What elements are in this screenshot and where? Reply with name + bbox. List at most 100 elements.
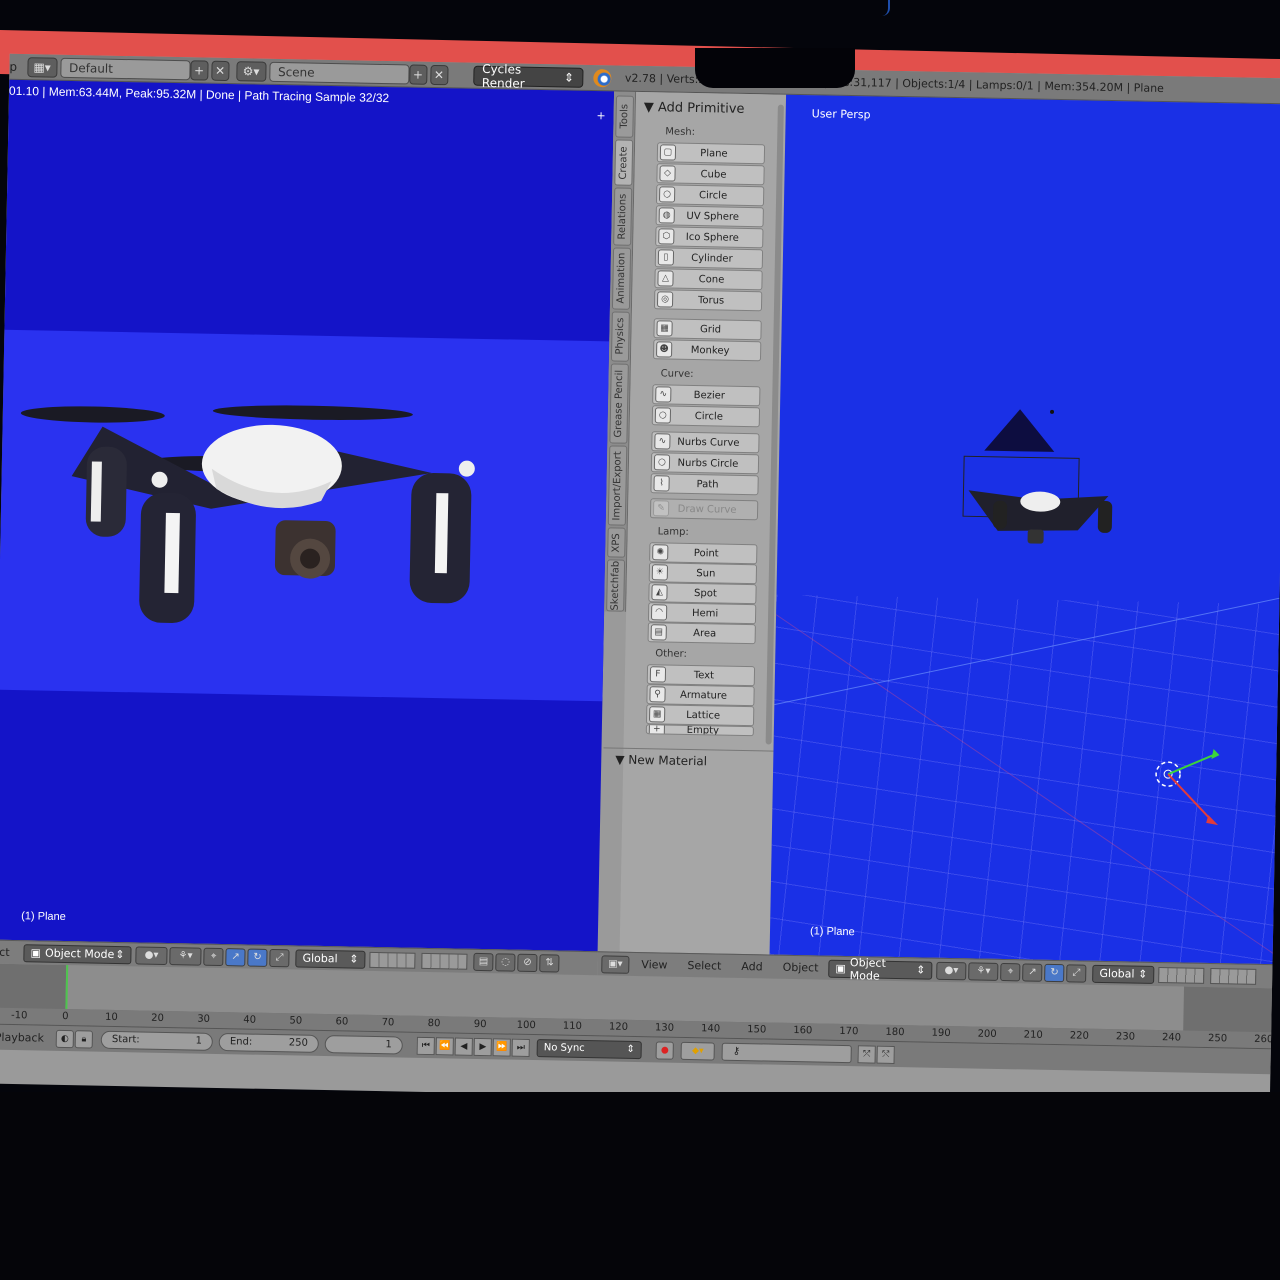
add-text-button[interactable]: F Text	[646, 664, 756, 687]
left-scale-icon[interactable]: ⤢	[269, 948, 290, 967]
right-pivot-icon[interactable]: ⚘▾	[968, 961, 999, 981]
end-frame-field[interactable]: End: 250	[218, 1032, 320, 1053]
region-toggle-icon[interactable]: +	[596, 109, 605, 122]
menu-object[interactable]: Object	[783, 961, 819, 975]
add-cylinder-button[interactable]: ▯ Cylinder	[654, 247, 764, 270]
render-result-view[interactable]: 01.10 | Mem:63.44M, Peak:95.32M | Done |…	[0, 79, 615, 952]
tab-import-export[interactable]: Import/Export	[607, 445, 628, 526]
add-plane-button[interactable]: ▢ Plane	[656, 142, 766, 165]
tab-xps[interactable]: XPS	[607, 527, 626, 558]
tab-animation[interactable]: Animation	[611, 247, 632, 310]
jump-start-icon[interactable]: ⏮	[416, 1036, 436, 1055]
add-monkey-button[interactable]: ☻ Monkey	[652, 339, 762, 362]
delete-keyframe-icon[interactable]: ⤲	[876, 1045, 895, 1064]
3d-viewport[interactable]: User Persp (1) Plane	[769, 94, 1280, 965]
tab-sketchfab[interactable]: Sketchfab	[606, 559, 626, 612]
add-nurbs-circle-button[interactable]: ○ Nurbs Circle	[650, 452, 760, 475]
add-spot-lamp-button[interactable]: ◭ Spot	[648, 582, 757, 605]
tab-grease-pencil[interactable]: Grease Pencil	[609, 363, 629, 444]
left-layers-1[interactable]	[369, 951, 416, 969]
menu-add[interactable]: Add	[741, 960, 763, 973]
screen-layout-icon[interactable]: ▦▾	[26, 56, 58, 78]
add-sun-lamp-button[interactable]: ☀ Sun	[648, 562, 758, 585]
add-layout-icon[interactable]: +	[189, 59, 209, 81]
left-translate-icon[interactable]: ↗	[225, 947, 246, 966]
spot-lamp-icon: ◭	[651, 584, 668, 601]
left-pivot-icon[interactable]: ⚘▾	[169, 946, 202, 966]
menu-view[interactable]: View	[641, 958, 667, 971]
add-grid-button[interactable]: ▦ Grid	[653, 318, 762, 341]
keyframe-type-icon[interactable]: ◆▾	[680, 1041, 715, 1061]
add-point-lamp-button[interactable]: ✺ Point	[649, 542, 758, 565]
tab-create[interactable]: Create	[614, 139, 634, 186]
left-lock-icon[interactable]: ▤	[473, 952, 494, 971]
tab-relations[interactable]: Relations	[613, 187, 633, 246]
right-scale-icon[interactable]: ⤢	[1066, 963, 1087, 983]
add-path-button[interactable]: ⌇ Path	[650, 473, 759, 496]
jump-keyframe-forward-icon[interactable]: ⏩	[492, 1037, 512, 1057]
add-curve-circle-button[interactable]: ○ Circle	[651, 405, 761, 428]
left-snap-icon[interactable]: ⊘	[517, 953, 538, 972]
right-rotate-icon[interactable]: ↻	[1044, 963, 1065, 982]
add-ico-sphere-button[interactable]: ⬡ Ico Sphere	[655, 226, 764, 249]
object-menu-fragment[interactable]: ect	[0, 946, 10, 959]
add-area-lamp-button[interactable]: ▤ Area	[647, 622, 756, 645]
lock-range-icon[interactable]: 🔒︎	[74, 1029, 94, 1049]
add-uv-sphere-button[interactable]: ◍ UV Sphere	[655, 205, 764, 228]
play-reverse-icon[interactable]: ◀	[454, 1037, 474, 1056]
playback-menu[interactable]: Playback	[0, 1031, 44, 1045]
remove-layout-icon[interactable]: ✕	[210, 60, 230, 81]
remove-scene-icon[interactable]: ✕	[429, 64, 449, 85]
jump-end-icon[interactable]: ⏭	[511, 1038, 531, 1057]
left-layers-2[interactable]	[421, 952, 468, 970]
left-shading-icon[interactable]: ●▾	[135, 945, 168, 965]
render-engine-select[interactable]: Cycles Render ⇕	[472, 61, 584, 90]
add-lattice-button[interactable]: ▦ Lattice	[645, 704, 755, 727]
insert-keyframe-icon[interactable]: ⤱	[857, 1044, 876, 1064]
record-icon[interactable]: ●	[655, 1040, 674, 1060]
editor-type-icon[interactable]: ▣▾	[601, 954, 630, 974]
right-object-mode-select[interactable]: ▣ Object Mode ⇕	[828, 956, 933, 982]
add-circle-button[interactable]: ○ Circle	[655, 184, 765, 207]
jump-keyframe-back-icon[interactable]: ⏪	[435, 1036, 455, 1056]
add-nurbs-curve-button[interactable]: ∿ Nurbs Curve	[651, 431, 760, 454]
left-rotate-icon[interactable]: ↻	[247, 948, 268, 967]
new-material-panel-header[interactable]: ▼ New Material	[603, 747, 774, 773]
right-manipulator-icon[interactable]: ⌖	[1000, 962, 1021, 981]
start-frame-field[interactable]: Start: 1	[100, 1030, 214, 1051]
tab-physics[interactable]: Physics	[610, 311, 630, 362]
right-shading-icon[interactable]: ●▾	[936, 961, 967, 980]
tab-tools[interactable]: Tools	[615, 95, 635, 138]
keying-icon[interactable]: ◐	[55, 1029, 75, 1048]
layout-name-field[interactable]: Default	[59, 57, 191, 80]
add-primitive-header[interactable]: ▼ Add Primitive	[644, 100, 745, 117]
play-icon[interactable]: ▶	[473, 1037, 493, 1056]
draw-curve-button[interactable]: ✎ Draw Curve	[649, 498, 759, 521]
sync-mode-select[interactable]: No Sync ⇕	[536, 1038, 642, 1059]
left-render-icon[interactable]: ⇅	[539, 953, 560, 973]
scene-name-field[interactable]: Scene	[268, 61, 410, 84]
add-empty-button[interactable]: + Empty	[645, 724, 754, 737]
menu-select[interactable]: Select	[687, 959, 721, 973]
right-layers-1[interactable]	[1158, 966, 1205, 984]
add-cube-button[interactable]: ◇ Cube	[656, 163, 765, 186]
add-cube-label: Cube	[700, 168, 727, 181]
right-layers-2[interactable]	[1210, 967, 1257, 985]
add-cone-button[interactable]: △ Cone	[654, 268, 763, 291]
left-orientation-select[interactable]: Global ⇕	[295, 948, 366, 969]
add-bezier-button[interactable]: ∿ Bezier	[652, 384, 761, 407]
keying-set-field[interactable]: ⚷	[721, 1042, 852, 1063]
right-orientation-select[interactable]: Global ⇕	[1092, 964, 1155, 984]
left-manipulator-icon[interactable]: ⌖	[203, 947, 224, 966]
add-hemi-lamp-button[interactable]: ◠ Hemi	[647, 602, 757, 625]
add-armature-button[interactable]: ⚲ Armature	[646, 684, 755, 707]
tab-physics-label: Physics	[614, 317, 627, 356]
scene-icon[interactable]: ⚙▾	[235, 60, 267, 82]
add-bezier-label: Bezier	[693, 389, 726, 402]
right-translate-icon[interactable]: ↗	[1022, 962, 1043, 982]
add-scene-icon[interactable]: +	[408, 63, 428, 85]
add-torus-button[interactable]: ◎ Torus	[653, 289, 763, 312]
left-object-mode-select[interactable]: ▣ Object Mode ⇕	[23, 943, 132, 964]
left-proportional-icon[interactable]: ◌	[495, 952, 516, 972]
current-frame-field[interactable]: 1	[324, 1034, 404, 1055]
